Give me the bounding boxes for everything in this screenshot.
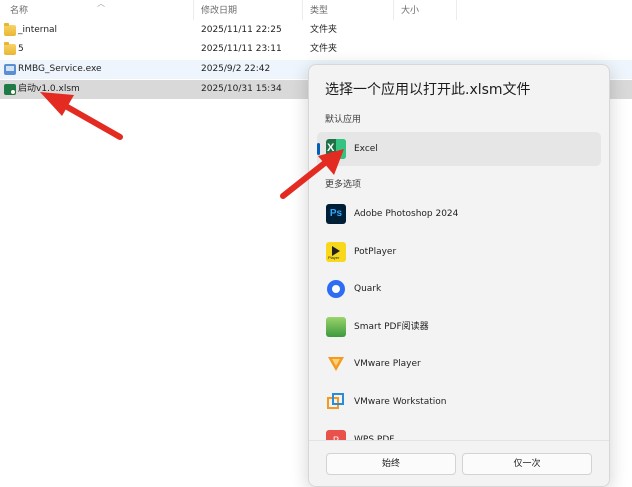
file-row-internal[interactable]: _internal 2025/11/11 22:25 文件夹 bbox=[0, 21, 632, 40]
folder-icon bbox=[4, 42, 16, 55]
quark-icon bbox=[326, 279, 346, 299]
photoshop-icon: Ps bbox=[326, 204, 346, 224]
app-option-photoshop[interactable]: Ps Adobe Photoshop 2024 bbox=[317, 197, 601, 231]
selection-indicator bbox=[317, 143, 320, 155]
app-option-vmware-workstation[interactable]: VMware Workstation bbox=[317, 385, 601, 419]
file-name: 启动v1.0.xlsm bbox=[18, 84, 80, 94]
app-option-excel[interactable]: Excel bbox=[317, 132, 601, 166]
dialog-footer: 始终 仅一次 bbox=[309, 440, 609, 486]
vmware-player-icon bbox=[326, 354, 346, 374]
file-modified: 2025/10/31 15:34 bbox=[201, 84, 282, 94]
app-option-potplayer[interactable]: PotPlayer bbox=[317, 235, 601, 269]
dialog-title: 选择一个应用以打开此.xlsm文件 bbox=[325, 82, 531, 98]
column-divider[interactable] bbox=[393, 0, 394, 20]
file-name: _internal bbox=[18, 25, 58, 35]
folder-icon bbox=[4, 23, 16, 36]
column-size-header[interactable]: 大小 bbox=[401, 5, 419, 17]
column-modified-header[interactable]: 修改日期 bbox=[201, 5, 237, 17]
always-button[interactable]: 始终 bbox=[326, 453, 456, 475]
file-modified: 2025/11/11 22:25 bbox=[201, 25, 282, 35]
app-name: Excel bbox=[354, 144, 378, 154]
more-options-label: 更多选项 bbox=[325, 180, 362, 190]
file-type: 文件夹 bbox=[310, 44, 338, 54]
column-divider[interactable] bbox=[302, 0, 303, 20]
column-divider[interactable] bbox=[456, 0, 457, 20]
column-divider[interactable] bbox=[193, 0, 194, 20]
file-modified: 2025/11/11 23:11 bbox=[201, 44, 282, 54]
app-name: VMware Player bbox=[354, 359, 421, 369]
just-once-button[interactable]: 仅一次 bbox=[462, 453, 592, 475]
app-name: PotPlayer bbox=[354, 247, 397, 257]
app-name: Smart PDF阅读器 bbox=[354, 322, 429, 332]
default-app-label: 默认应用 bbox=[325, 115, 362, 125]
xlsm-file-icon bbox=[4, 84, 16, 95]
file-row-5[interactable]: 5 2025/11/11 23:11 文件夹 bbox=[0, 40, 632, 59]
excel-icon bbox=[326, 139, 346, 159]
file-name: 5 bbox=[18, 44, 24, 54]
vmware-workstation-icon bbox=[326, 392, 346, 412]
potplayer-icon bbox=[326, 242, 346, 262]
app-name: VMware Workstation bbox=[354, 397, 447, 407]
app-option-quark[interactable]: Quark bbox=[317, 272, 601, 306]
sort-chevron-icon: ︿ bbox=[97, 0, 105, 8]
exe-icon bbox=[4, 64, 16, 75]
smart-pdf-icon bbox=[326, 317, 346, 337]
file-type: 文件夹 bbox=[310, 25, 338, 35]
app-name: Quark bbox=[354, 284, 382, 294]
column-header-bar: 名称 ︿ 修改日期 类型 大小 bbox=[0, 0, 632, 20]
file-name: RMBG_Service.exe bbox=[18, 64, 102, 74]
open-with-dialog: 选择一个应用以打开此.xlsm文件 默认应用 Excel 更多选项 Ps Ado… bbox=[308, 64, 610, 487]
column-name-header[interactable]: 名称 bbox=[10, 5, 28, 17]
app-option-smart-pdf[interactable]: Smart PDF阅读器 bbox=[317, 310, 601, 344]
file-modified: 2025/9/2 22:42 bbox=[201, 64, 271, 74]
app-name: Adobe Photoshop 2024 bbox=[354, 209, 459, 219]
app-option-vmware-player[interactable]: VMware Player bbox=[317, 347, 601, 381]
column-type-header[interactable]: 类型 bbox=[310, 5, 328, 17]
